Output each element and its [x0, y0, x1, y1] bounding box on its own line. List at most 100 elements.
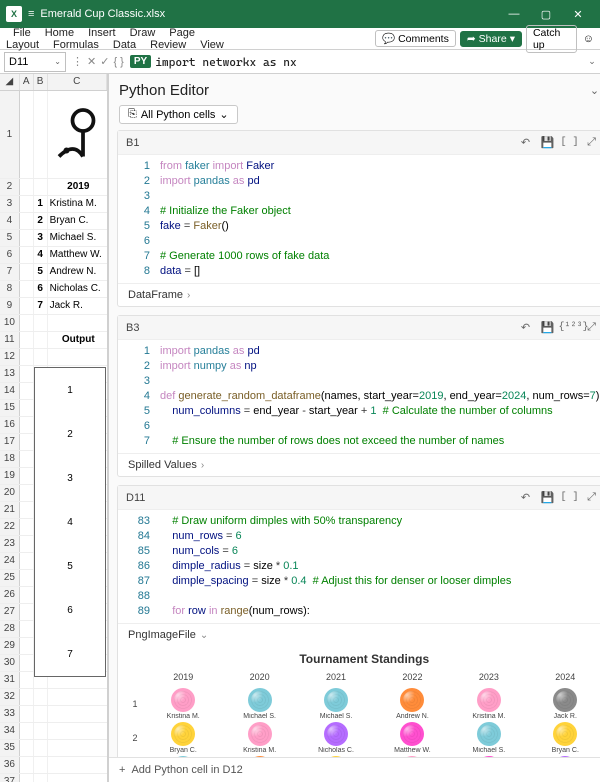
tab-insert[interactable]: Insert: [81, 27, 123, 39]
row-header[interactable]: 21: [0, 502, 20, 518]
grid-row[interactable]: 6 4 Matthew W.: [0, 247, 107, 264]
grid-row[interactable]: 33: [0, 706, 107, 723]
name-box[interactable]: D11 ⌄: [4, 52, 66, 72]
row-header[interactable]: 36: [0, 757, 20, 773]
grid-row[interactable]: 37: [0, 774, 107, 782]
autosave-icon[interactable]: ≡: [28, 8, 34, 20]
row-header[interactable]: 17: [0, 434, 20, 450]
formula-input[interactable]: import networkx as nx: [155, 55, 584, 69]
grid-row[interactable]: 3 1 Kristina M.: [0, 196, 107, 213]
tab-home[interactable]: Home: [38, 27, 81, 39]
save-icon[interactable]: 💾: [536, 136, 558, 149]
grid-row[interactable]: 4 2 Bryan C.: [0, 213, 107, 230]
row-header[interactable]: 8: [0, 281, 20, 297]
save-icon[interactable]: 💾: [536, 321, 558, 334]
feedback-smile-icon[interactable]: ☺: [583, 33, 594, 45]
panel-collapse-icon[interactable]: ⌄: [585, 84, 600, 97]
col-header-b[interactable]: B: [34, 74, 48, 90]
row-header[interactable]: 10: [0, 315, 20, 331]
output-mode-icon[interactable]: [ ]: [558, 492, 580, 503]
row-header[interactable]: 5: [0, 230, 20, 246]
catch-up-button[interactable]: Catch up: [526, 25, 577, 53]
expand-icon[interactable]: ⤢: [580, 491, 600, 504]
row-header[interactable]: 4: [0, 213, 20, 229]
row-header[interactable]: 20: [0, 485, 20, 501]
grid-row[interactable]: 7 5 Andrew N.: [0, 264, 107, 281]
row-header[interactable]: 24: [0, 553, 20, 569]
formula-expand-icon[interactable]: ⌄: [584, 56, 600, 67]
add-python-cell-button[interactable]: + Add Python cell in D12: [109, 757, 600, 782]
grid-row[interactable]: 36: [0, 757, 107, 774]
output-mode-icon[interactable]: [ ]: [558, 137, 580, 148]
tab-draw[interactable]: Draw: [123, 27, 163, 39]
window-minimize-button[interactable]: —: [498, 8, 530, 20]
row-header[interactable]: 30: [0, 655, 20, 671]
grid-row[interactable]: 2 2019: [0, 179, 107, 196]
row-header[interactable]: 12: [0, 349, 20, 365]
share-button[interactable]: ➦ Share ▾: [460, 31, 522, 47]
row-header[interactable]: 32: [0, 689, 20, 705]
grid-row[interactable]: 10: [0, 315, 107, 332]
undo-icon[interactable]: ↶: [514, 136, 536, 149]
row-header[interactable]: 14: [0, 383, 20, 399]
col-header-c[interactable]: C: [48, 74, 107, 90]
undo-icon[interactable]: ↶: [514, 321, 536, 334]
save-icon[interactable]: 💾: [536, 491, 558, 504]
grid-row[interactable]: 8 6 Nicholas C.: [0, 281, 107, 298]
tab-view[interactable]: View: [193, 39, 231, 51]
expand-icon[interactable]: ⤢: [580, 321, 600, 334]
grid-row[interactable]: 5 3 Michael S.: [0, 230, 107, 247]
code-editor[interactable]: 83 # Draw uniform dimples with 50% trans…: [118, 510, 600, 623]
row-header[interactable]: 25: [0, 570, 20, 586]
row-header[interactable]: 19: [0, 468, 20, 484]
row-header[interactable]: 37: [0, 774, 20, 782]
row-header[interactable]: 31: [0, 672, 20, 688]
output-type-toggle[interactable]: DataFrame›: [118, 283, 600, 306]
output-mode-icon[interactable]: {¹²³}: [558, 322, 580, 333]
row-header[interactable]: 23: [0, 536, 20, 552]
brace-icon[interactable]: { }: [113, 56, 123, 68]
tab-file[interactable]: File: [6, 27, 38, 39]
tab-review[interactable]: Review: [143, 39, 193, 51]
undo-icon[interactable]: ↶: [514, 491, 536, 504]
row-header[interactable]: 22: [0, 519, 20, 535]
col-header-a[interactable]: A: [20, 74, 34, 90]
row-header[interactable]: 29: [0, 638, 20, 654]
window-maximize-button[interactable]: ▢: [530, 8, 562, 21]
row-header[interactable]: 34: [0, 723, 20, 739]
row-header[interactable]: 16: [0, 417, 20, 433]
row-header[interactable]: 11: [0, 332, 20, 348]
cell-filter-dropdown[interactable]: ⎘ All Python cells ⌄: [119, 105, 238, 124]
formula-commit-icon[interactable]: ✓: [100, 55, 109, 68]
row-header[interactable]: 28: [0, 621, 20, 637]
grid-row[interactable]: 35: [0, 740, 107, 757]
window-close-button[interactable]: ✕: [562, 8, 594, 21]
grid-row[interactable]: 32: [0, 689, 107, 706]
row-header[interactable]: 7: [0, 264, 20, 280]
formula-cancel-icon[interactable]: ✕: [87, 55, 96, 68]
grid-row[interactable]: 11 Output: [0, 332, 107, 349]
row-header[interactable]: 15: [0, 400, 20, 416]
row-header[interactable]: 13: [0, 366, 20, 382]
grid-row[interactable]: 9 7 Jack R.: [0, 298, 107, 315]
code-editor[interactable]: 1from faker import Faker2import pandas a…: [118, 155, 600, 283]
grid-row[interactable]: 34: [0, 723, 107, 740]
output-type-toggle[interactable]: PngImageFile⌄: [118, 623, 600, 646]
row-header[interactable]: 6: [0, 247, 20, 263]
tab-data[interactable]: Data: [106, 39, 143, 51]
expand-icon[interactable]: ⤢: [580, 136, 600, 149]
code-editor[interactable]: 1import pandas as pd2import numpy as np3…: [118, 340, 600, 453]
grid-row[interactable]: 1: [0, 91, 107, 179]
chevron-down-icon[interactable]: ⌄: [54, 57, 61, 66]
row-header[interactable]: 35: [0, 740, 20, 756]
tab-formulas[interactable]: Formulas: [46, 39, 106, 51]
row-header[interactable]: 26: [0, 587, 20, 603]
grid-row[interactable]: 12: [0, 349, 107, 366]
row-header[interactable]: 18: [0, 451, 20, 467]
row-header[interactable]: 27: [0, 604, 20, 620]
row-header[interactable]: 9: [0, 298, 20, 314]
row-header[interactable]: 3: [0, 196, 20, 212]
output-type-toggle[interactable]: Spilled Values›: [118, 453, 600, 476]
row-header[interactable]: 1: [0, 91, 20, 178]
row-header[interactable]: 2: [0, 179, 20, 195]
